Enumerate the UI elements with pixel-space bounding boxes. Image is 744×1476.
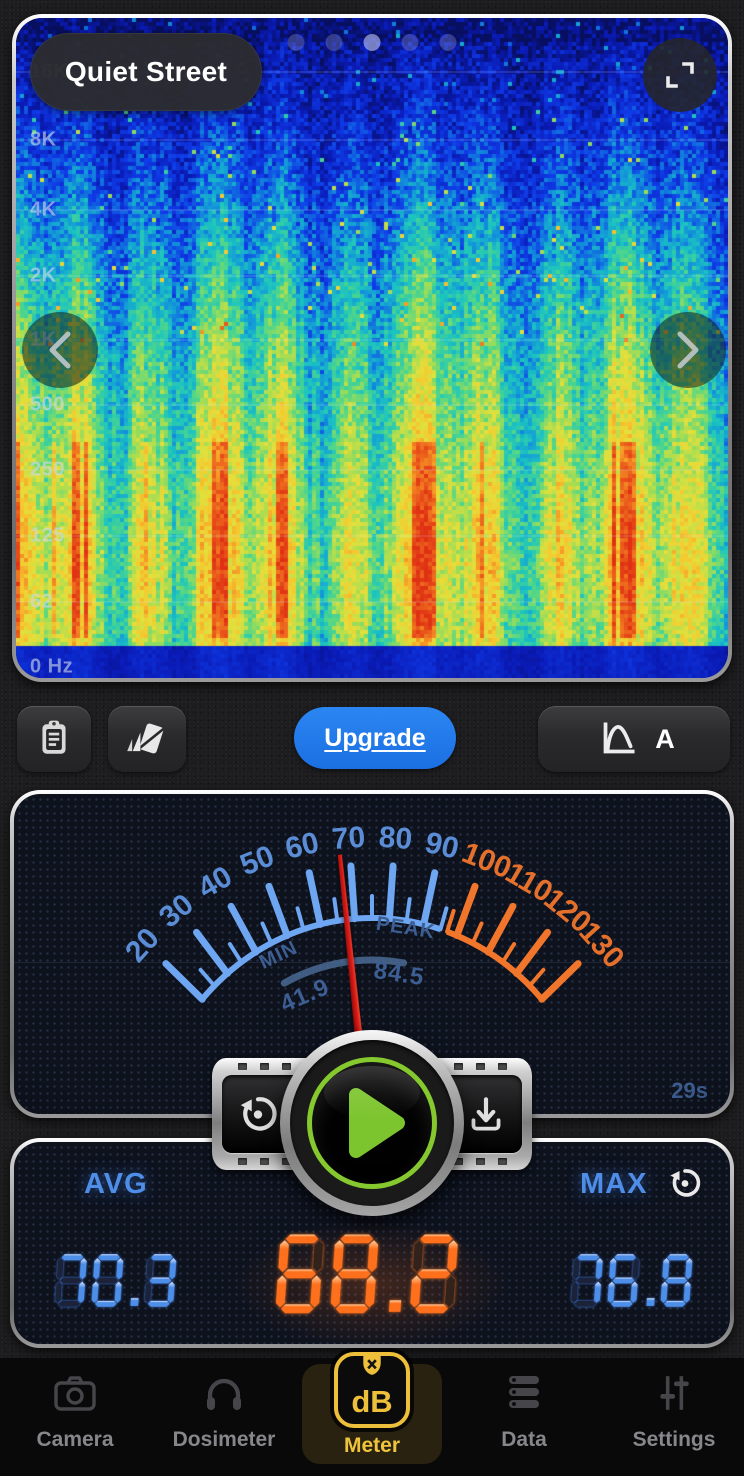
chevron-left-icon [43,328,77,372]
freq-label: 8K [30,129,57,152]
page-dot[interactable] [288,34,305,51]
tab-settings-label: Settings [633,1428,716,1452]
upgrade-button[interactable]: Upgrade [294,707,456,769]
gauge-min-label: MIN [256,937,301,974]
page-dot[interactable] [326,34,343,51]
next-chevron-button[interactable] [650,312,726,388]
freq-label: 250 [30,459,65,482]
frequency-gridline [16,339,728,341]
avg-label: AVG [84,1168,148,1201]
frequency-gridline [16,535,728,537]
svg-text:40: 40 [192,860,237,905]
weighting-curve-icon [593,718,641,760]
avg-value-display [44,1248,190,1323]
clipboard-icon [33,718,75,760]
reset-session-icon [235,1091,281,1137]
tab-camera-label: Camera [36,1428,113,1452]
freq-label: 125 [30,525,65,548]
chevron-right-icon [671,328,705,372]
preset-name-pill[interactable]: Quiet Street [30,33,262,111]
spectrogram-canvas[interactable] [16,18,728,678]
tab-meter[interactable]: dB Meter [302,1364,442,1464]
spectrogram-panel: 16K8K4K2K1K500250125620 Hz Quiet Street [12,14,732,682]
svg-text:70: 70 [331,821,367,856]
cards-icon [125,717,169,761]
max-reset-button[interactable] [666,1164,704,1202]
prev-chevron-button[interactable] [22,312,98,388]
camera-icon [52,1373,98,1413]
preset-name-label: Quiet Street [65,56,227,88]
expand-icon [660,55,700,95]
freq-label: 2K [30,265,57,288]
tab-settings[interactable]: Settings [613,1364,735,1464]
shield-icon [361,1352,383,1376]
tab-data-label: Data [501,1428,547,1452]
gauge-scale-numbers: 2030405060708090100110120130 [119,821,630,975]
frequency-gridline [16,404,728,406]
freq-label: 62 [30,591,53,614]
swipe-cards-button[interactable] [108,706,186,772]
sliders-icon [653,1372,695,1414]
page-dot[interactable] [440,34,457,51]
current-value-display [266,1228,477,1331]
meter-app-logo: dB [334,1352,410,1428]
svg-text:60: 60 [282,826,322,866]
freq-label: 4K [30,199,57,222]
frequency-gridline [16,139,728,141]
spectrogram-view[interactable]: 16K8K4K2K1K500250125620 Hz Quiet Street [16,18,728,678]
seven-segment-readout [266,1228,477,1326]
download-icon [463,1091,509,1137]
tab-meter-label: Meter [344,1434,400,1458]
headphones-icon [201,1372,247,1414]
max-label: MAX [580,1168,647,1201]
tab-camera[interactable]: Camera [15,1364,135,1464]
frequency-gridline [16,275,728,277]
elapsed-time: 29s [671,1078,708,1104]
data-stack-icon [502,1372,546,1414]
seven-segment-readout [560,1248,706,1318]
svg-text:50: 50 [236,839,279,882]
fullscreen-button[interactable] [643,38,717,112]
svg-text:30: 30 [153,888,200,935]
meter-logo-text: dB [351,1386,392,1417]
frequency-gridline [16,601,728,603]
page-dot-active[interactable] [364,34,381,51]
weighting-letter: A [655,724,675,755]
gauge-peak-value: 84.5 [372,957,426,991]
tab-bar: Camera Dosimeter dB Meter [0,1358,744,1476]
page-indicator[interactable] [288,34,457,51]
frequency-gridline [16,209,728,211]
freq-label: 0 Hz [30,656,73,679]
seven-segment-readout [44,1248,190,1318]
freq-label: 500 [30,394,65,417]
tab-dosimeter-label: Dosimeter [173,1428,276,1452]
play-icon [334,1077,420,1169]
play-button-face [307,1057,437,1189]
max-value-display [560,1248,706,1323]
tab-dosimeter[interactable]: Dosimeter [160,1364,288,1464]
frequency-weighting-button[interactable]: A [538,706,730,772]
tab-data[interactable]: Data [474,1364,574,1464]
play-button-ring [290,1040,454,1206]
upgrade-label: Upgrade [324,724,425,753]
notes-clipboard-button[interactable] [17,706,91,772]
play-button[interactable] [280,1030,464,1216]
page-dot[interactable] [402,34,419,51]
svg-text:90: 90 [422,826,462,866]
frequency-gridline [16,469,728,471]
svg-text:80: 80 [378,821,414,856]
svg-text:20: 20 [119,922,166,969]
